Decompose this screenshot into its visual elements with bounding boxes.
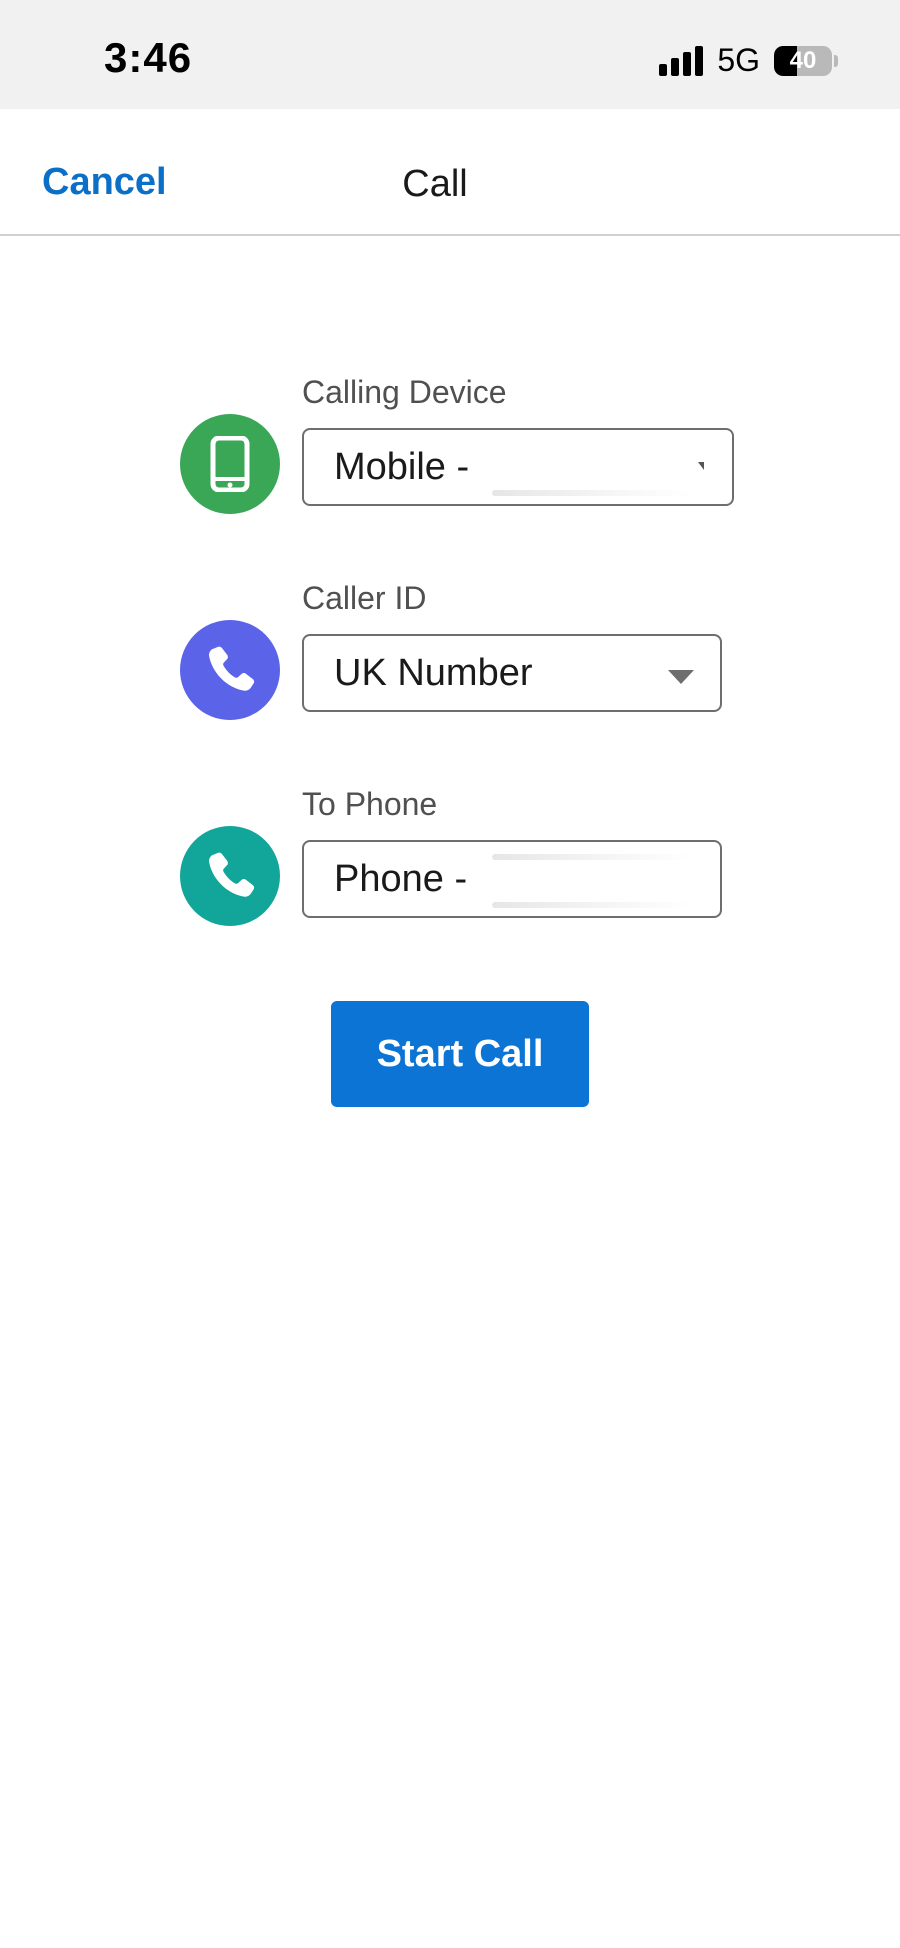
status-indicators: 5G 40 — [659, 42, 838, 79]
caller-id-row: Caller ID UK Number — [180, 580, 740, 720]
to-phone-label: To Phone — [302, 786, 438, 822]
mobile-phone-icon — [180, 414, 280, 514]
calling-device-value: Mobile - — [334, 445, 470, 488]
calling-device-select[interactable]: Mobile - — [302, 428, 734, 506]
to-phone-row: To Phone Phone - — [180, 786, 740, 926]
status-bar: 3:46 5G 40 — [0, 0, 900, 109]
chevron-down-icon — [698, 462, 704, 470]
calling-device-label: Calling Device — [302, 374, 507, 410]
network-type: 5G — [717, 42, 760, 78]
phone-handset-icon — [180, 826, 280, 926]
battery-icon: 40 — [774, 45, 832, 76]
caller-id-value: UK Number — [334, 651, 533, 694]
to-phone-value: Phone - — [334, 857, 468, 900]
battery-cap — [834, 54, 838, 67]
page-title: Call — [402, 163, 468, 205]
calling-device-row: Calling Device Mobile - — [180, 374, 740, 514]
caller-id-select[interactable]: UK Number — [302, 634, 722, 712]
redacted-number-top — [492, 854, 692, 860]
start-call-button[interactable]: Start Call — [331, 1001, 589, 1107]
nav-bar: Cancel Call — [0, 109, 900, 236]
status-time: 3:46 — [104, 34, 193, 81]
redacted-number — [492, 490, 692, 496]
cellular-signal-icon — [659, 45, 704, 76]
chevron-down-icon — [668, 670, 694, 684]
battery-level: 40 — [789, 46, 817, 74]
caller-id-label: Caller ID — [302, 580, 427, 616]
redacted-number — [492, 902, 692, 908]
phone-handset-icon — [180, 620, 280, 720]
to-phone-select[interactable]: Phone - — [302, 840, 722, 918]
